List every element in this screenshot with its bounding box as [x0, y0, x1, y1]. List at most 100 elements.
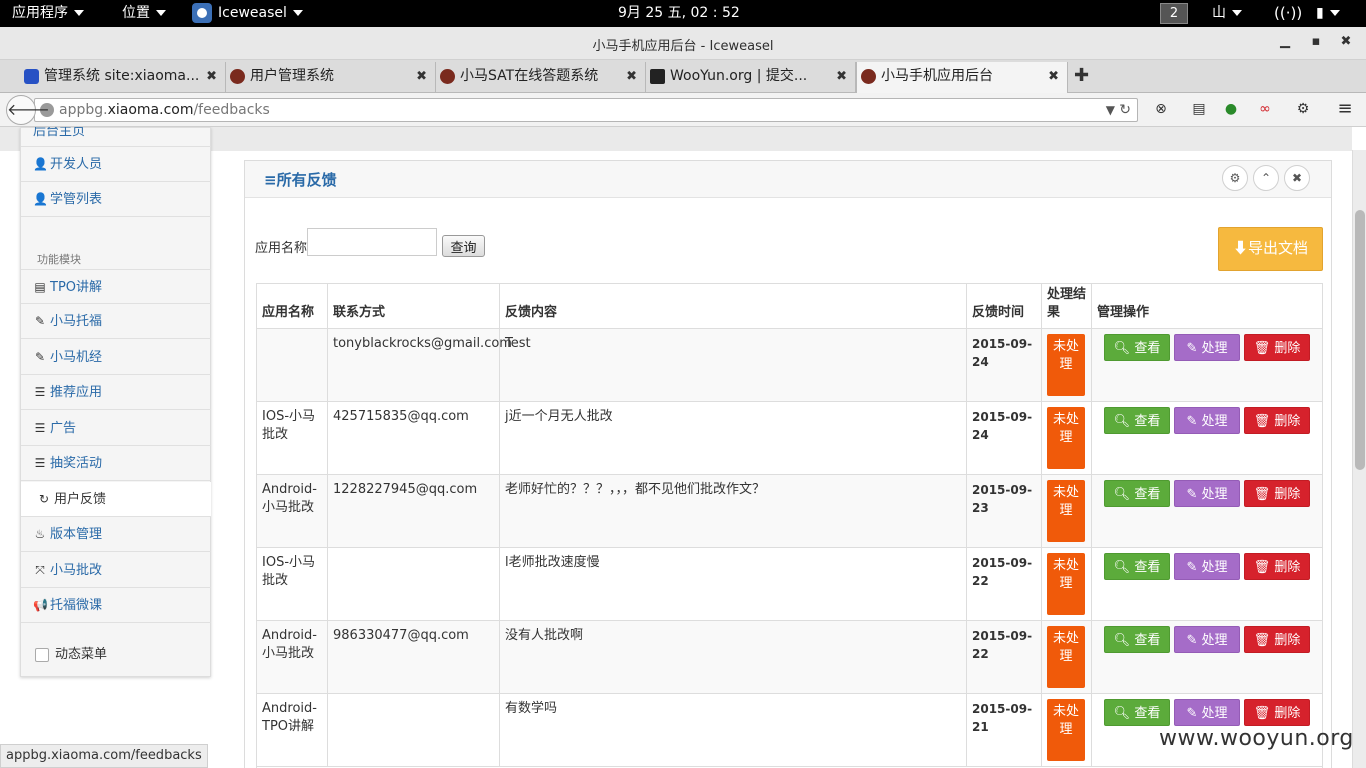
export-button[interactable]: ⬇导出文档 [1218, 227, 1323, 271]
query-button[interactable]: 查询 [442, 235, 485, 257]
header-result: 处理结果 [1042, 284, 1092, 328]
cell-result: 未处理 [1042, 694, 1092, 766]
cell-time: 2015-09-22 [967, 621, 1042, 693]
sidebar-item-recommended[interactable]: ☰ 推荐应用 [21, 375, 211, 410]
menu-hamburger-icon[interactable]: ≡ [1336, 100, 1354, 118]
process-button[interactable]: ✎ 处理 [1174, 407, 1240, 434]
tab-0[interactable]: 管理系统 site:xiaoma... ✖ [20, 62, 226, 93]
delete-button[interactable]: 🗑︎ 删除 [1244, 480, 1310, 507]
cell-app: Android-TPO讲解 [257, 694, 328, 766]
cell-content: Test [500, 329, 967, 401]
fire-icon: ♨ [34, 527, 46, 541]
panel-close-icon[interactable]: ✖ [1284, 165, 1310, 191]
window-title-bar: 小马手机应用后台 - Iceweasel ▁ ▪ ✖ [0, 27, 1366, 60]
sidebar-item-jijing[interactable]: ✎ 小马机经 [21, 340, 211, 375]
maximize-icon[interactable]: ▪ [1307, 34, 1325, 49]
delete-button[interactable]: 🗑︎ 删除 [1244, 699, 1310, 726]
status-badge: 未处理 [1047, 480, 1085, 542]
view-button[interactable]: 🔍︎ 查看 [1104, 407, 1170, 434]
cell-result: 未处理 [1042, 621, 1092, 693]
sidebar-item-managers[interactable]: 👤 学管列表 [21, 182, 211, 217]
view-button[interactable]: 🔍︎ 查看 [1104, 480, 1170, 507]
sidebar-item-feedback[interactable]: ↻ 用户反馈 [21, 482, 211, 517]
process-button[interactable]: ✎ 处理 [1174, 626, 1240, 653]
tab-close-icon[interactable]: ✖ [626, 62, 637, 91]
cell-ops: 🔍︎ 查看 ✎ 处理 🗑︎ 删除 [1092, 475, 1322, 547]
dynamic-menu-toggle[interactable]: 动态菜单 [35, 643, 107, 662]
clock[interactable]: 9月 25 五, 02 : 52 [618, 0, 740, 27]
process-button[interactable]: ✎ 处理 [1174, 334, 1240, 361]
tab-close-icon[interactable]: ✖ [416, 62, 427, 91]
trash-icon: 🗑︎ [1253, 633, 1275, 648]
delete-button[interactable]: 🗑︎ 删除 [1244, 407, 1310, 434]
app-name-input[interactable] [307, 228, 437, 256]
view-button[interactable]: 🔍︎ 查看 [1104, 626, 1170, 653]
panel-header: ≡所有反馈 ⚙ ⌃ ✖ [245, 161, 1331, 198]
view-button[interactable]: 🔍︎ 查看 [1104, 553, 1170, 580]
reader-icon[interactable]: ▤ [1190, 100, 1208, 118]
new-tab-icon[interactable]: ✚ [1074, 65, 1089, 86]
addon-green-icon[interactable]: ● [1222, 100, 1240, 118]
tab-3[interactable]: WooYun.org | 提交... ✖ [646, 62, 856, 93]
download-icon: ⬇ [1232, 240, 1248, 257]
reload-icon[interactable]: ↻ [1119, 99, 1131, 121]
sidebar-item-tpo[interactable]: ▤ TPO讲解 [21, 269, 211, 304]
input-method-menu[interactable]: 山 [1212, 0, 1242, 27]
delete-button[interactable]: 🗑︎ 删除 [1244, 553, 1310, 580]
places-menu[interactable]: 位置 [122, 0, 166, 27]
settings-gear-icon[interactable]: ⚙ [1294, 100, 1312, 118]
addon-red-icon[interactable]: ∞ [1256, 100, 1274, 118]
trash-icon: 🗑︎ [1253, 560, 1275, 575]
process-button[interactable]: ✎ 处理 [1174, 480, 1240, 507]
sidebar-item-lottery[interactable]: ☰ 抽奖活动 [21, 446, 211, 481]
delete-button[interactable]: 🗑︎ 删除 [1244, 626, 1310, 653]
url-dropdown-icon[interactable]: ▼ [1106, 99, 1115, 121]
page-scrollbar[interactable] [1352, 150, 1366, 768]
sidebar-item-microcourse[interactable]: 📢 托福微课 [21, 588, 211, 623]
header-ops: 管理操作 [1097, 305, 1150, 320]
process-button[interactable]: ✎ 处理 [1174, 699, 1240, 726]
tab-1[interactable]: 用户管理系统 ✖ [226, 62, 436, 93]
view-button[interactable]: 🔍︎ 查看 [1104, 334, 1170, 361]
process-button[interactable]: ✎ 处理 [1174, 553, 1240, 580]
wifi-icon[interactable]: ((·)) [1274, 0, 1302, 27]
zoom-in-icon: 🔍︎ [1113, 487, 1135, 502]
cell-contact [328, 694, 500, 766]
chevron-down-icon [1232, 10, 1242, 16]
view-button[interactable]: 🔍︎ 查看 [1104, 699, 1170, 726]
site-favicon-icon [861, 69, 876, 84]
panel-collapse-icon[interactable]: ⌃ [1253, 165, 1279, 191]
battery-icon[interactable]: ▮ [1316, 0, 1340, 27]
cell-app: Android-小马批改 [257, 621, 328, 693]
cell-content: 有数学吗 [500, 694, 967, 766]
edit-icon: ✎ [1186, 706, 1202, 721]
wooyun-favicon-icon [650, 69, 665, 84]
browser-app-menu[interactable]: Iceweasel [192, 0, 303, 27]
tab-2[interactable]: 小马SAT在线答题系统 ✖ [436, 62, 646, 93]
back-button[interactable]: 🡐 [6, 95, 50, 125]
sidebar-item-versions[interactable]: ♨ 版本管理 [21, 517, 211, 552]
panel-settings-icon[interactable]: ⚙ [1222, 165, 1248, 191]
sidebar-item-developers[interactable]: 👤 开发人员 [21, 147, 211, 182]
tab-close-icon[interactable]: ✖ [836, 62, 847, 91]
iceweasel-icon [192, 3, 212, 23]
close-window-icon[interactable]: ✖ [1337, 34, 1355, 49]
checkbox[interactable] [35, 647, 49, 662]
delete-button[interactable]: 🗑︎ 删除 [1244, 334, 1310, 361]
workspace-indicator[interactable]: 2 [1160, 3, 1188, 24]
sidebar-item-pigai[interactable]: ⤧ 小马批改 [21, 553, 211, 588]
chevron-down-icon [74, 10, 84, 16]
tab-close-icon[interactable]: ✖ [206, 62, 217, 91]
scrollbar-thumb[interactable] [1355, 210, 1365, 470]
sidebar-item-home[interactable]: 后台主页 [21, 127, 211, 147]
tab-4-active[interactable]: 小马手机应用后台 ✖ [856, 62, 1068, 93]
sidebar-item-ads[interactable]: ☰ 广告 [21, 411, 211, 446]
tab-close-icon[interactable]: ✖ [1048, 62, 1059, 91]
minimize-icon[interactable]: ▁ [1276, 34, 1294, 49]
filter-label: 应用名称 [255, 241, 308, 256]
sidebar-item-toefl[interactable]: ✎ 小马托福 [21, 304, 211, 339]
home-icon[interactable]: ⊗ [1152, 100, 1170, 118]
zoom-in-icon: 🔍︎ [1113, 341, 1135, 356]
url-bar[interactable]: appbg.xiaoma.com/feedbacks ▼ ↻ [34, 98, 1138, 122]
applications-menu[interactable]: 应用程序 [12, 0, 84, 27]
